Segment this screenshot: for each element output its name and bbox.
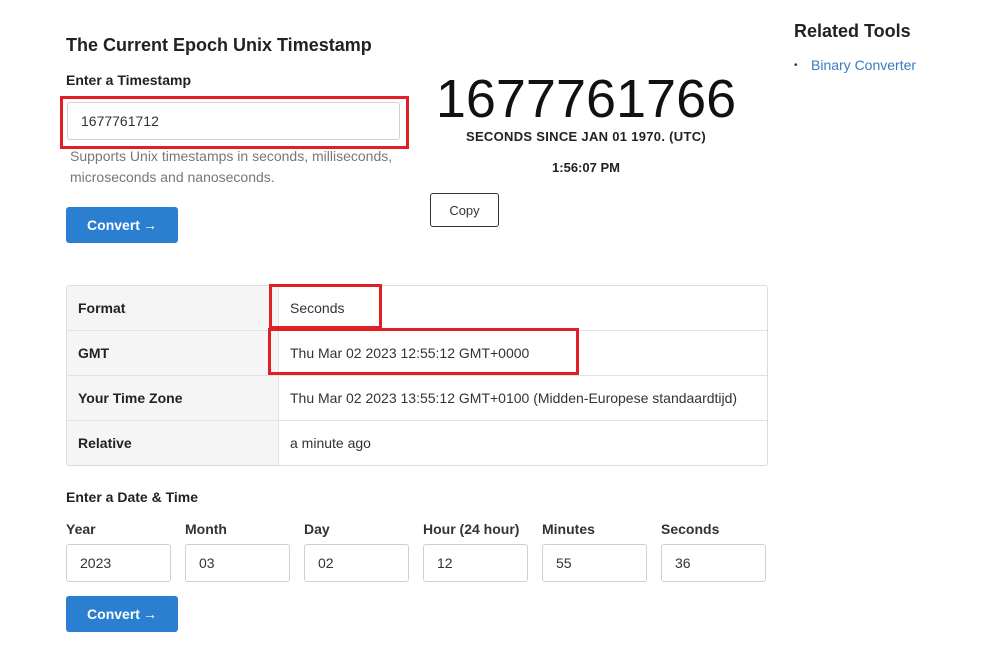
table-row: GMT Thu Mar 02 2023 12:55:12 GMT+0000 xyxy=(67,331,767,376)
timestamp-label: Enter a Timestamp xyxy=(66,72,192,88)
binary-converter-link[interactable]: Binary Converter xyxy=(811,57,916,73)
day-label: Day xyxy=(304,521,330,537)
table-row: Relative a minute ago xyxy=(67,421,767,465)
table-row: Format Seconds xyxy=(67,286,767,331)
month-input[interactable] xyxy=(185,544,290,582)
result-value-gmt: Thu Mar 02 2023 12:55:12 GMT+0000 xyxy=(290,345,530,361)
datetime-label: Enter a Date & Time xyxy=(66,489,199,505)
minutes-input[interactable] xyxy=(542,544,647,582)
seconds-input[interactable] xyxy=(661,544,766,582)
arrow-right-icon: → xyxy=(142,606,157,622)
year-input[interactable] xyxy=(66,544,171,582)
current-timestamp-caption: SECONDS SINCE JAN 01 1970. (UTC) xyxy=(465,129,707,144)
hour-label: Hour (24 hour) xyxy=(423,521,520,537)
timestamp-help-text: Supports Unix timestamps in seconds, mil… xyxy=(70,148,393,185)
table-row: Your Time Zone Thu Mar 02 2023 13:55:12 … xyxy=(67,376,767,421)
related-tools-list: • Binary Converter xyxy=(794,56,916,74)
bullet-icon: • xyxy=(794,59,798,71)
current-timestamp: 1677761766 xyxy=(435,69,737,129)
convert-timestamp-button[interactable]: Convert → xyxy=(66,207,178,243)
seconds-label: Seconds xyxy=(661,521,720,537)
convert-button-label: Convert xyxy=(87,217,140,233)
convert-datetime-button[interactable]: Convert → xyxy=(66,596,178,632)
result-key-format: Format xyxy=(67,286,279,330)
result-value-format: Seconds xyxy=(290,300,345,316)
year-label: Year xyxy=(66,521,96,537)
result-value-relative: a minute ago xyxy=(290,435,371,451)
copy-button[interactable]: Copy xyxy=(430,193,499,227)
result-value-timezone: Thu Mar 02 2023 13:55:12 GMT+0100 (Midde… xyxy=(290,390,738,406)
result-table: Format Seconds GMT Thu Mar 02 2023 12:55… xyxy=(66,285,768,466)
arrow-right-icon: → xyxy=(142,217,157,233)
month-label: Month xyxy=(185,521,227,537)
day-input[interactable] xyxy=(304,544,409,582)
list-item: • Binary Converter xyxy=(794,56,916,74)
hour-input[interactable] xyxy=(423,544,528,582)
page-title: The Current Epoch Unix Timestamp xyxy=(66,35,372,55)
timestamp-input[interactable] xyxy=(67,102,400,140)
current-time: 1:56:07 PM xyxy=(552,160,620,175)
related-tools-title: Related Tools xyxy=(794,21,911,41)
result-key-timezone: Your Time Zone xyxy=(67,376,279,420)
minutes-label: Minutes xyxy=(542,521,595,537)
result-key-relative: Relative xyxy=(67,421,279,465)
epoch-converter-page: The Current Epoch Unix Timestamp Enter a… xyxy=(0,0,998,647)
result-key-gmt: GMT xyxy=(67,331,279,375)
convert-button-label: Convert xyxy=(87,606,140,622)
